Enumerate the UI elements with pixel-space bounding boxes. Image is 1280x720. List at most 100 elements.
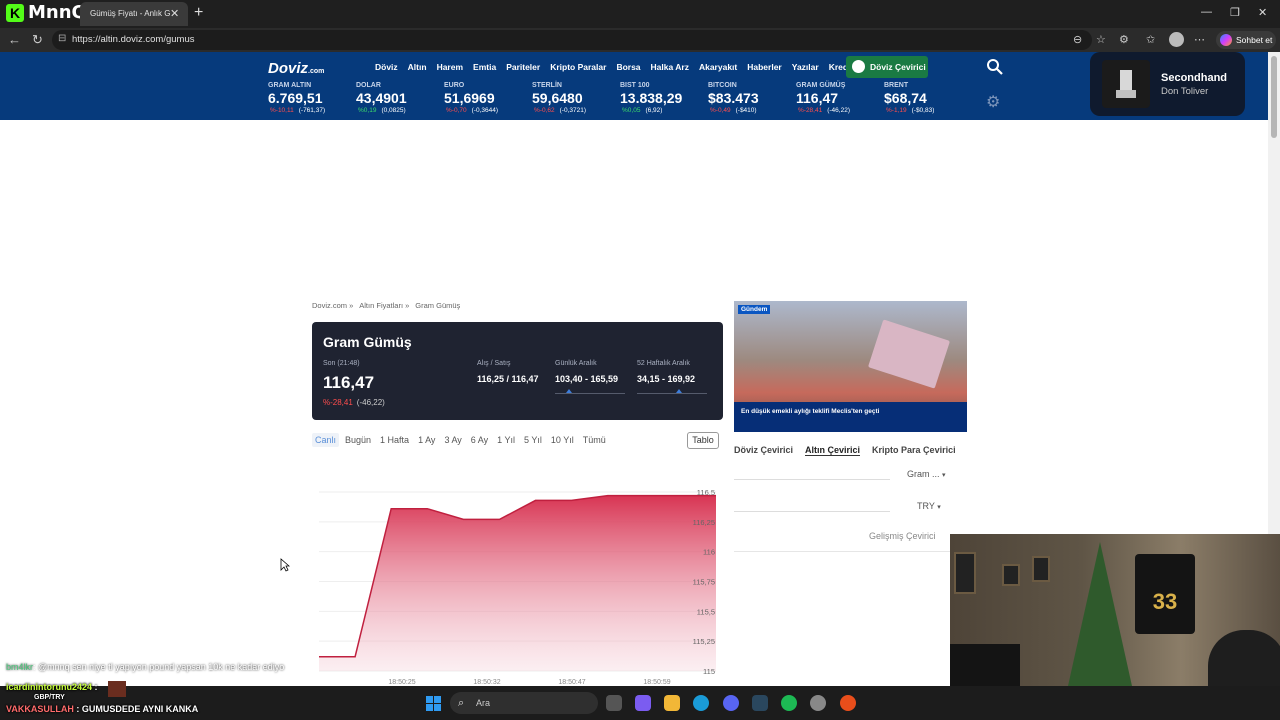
edge-browser-icon[interactable] bbox=[693, 695, 709, 711]
chevron-down-icon: ▾ bbox=[942, 472, 946, 479]
scroll-thumb[interactable] bbox=[1271, 56, 1277, 138]
result-input[interactable] bbox=[734, 511, 890, 512]
period-1-yil[interactable]: 1 Yıl bbox=[494, 433, 518, 447]
amount-input[interactable] bbox=[734, 479, 890, 480]
nav-item-borsa[interactable]: Borsa bbox=[616, 62, 640, 72]
breadcrumb-home[interactable]: Doviz.com » bbox=[312, 301, 353, 310]
period-6-ay[interactable]: 6 Ay bbox=[468, 433, 491, 447]
nav-item-pariteler[interactable]: Pariteler bbox=[506, 62, 540, 72]
tab-close-icon[interactable]: ✕ bbox=[170, 7, 179, 20]
nav-item-emtia[interactable]: Emtia bbox=[473, 62, 496, 72]
copilot-chat-button[interactable]: Sohbet et bbox=[1216, 31, 1276, 49]
period-bugun[interactable]: Bugün bbox=[342, 433, 374, 447]
copilot-app-icon[interactable] bbox=[635, 695, 651, 711]
ticker-bitcoin[interactable]: BITCOIN $83.473 %-0,49 (-$410) bbox=[708, 82, 759, 114]
track-artist: Don Toliver bbox=[1161, 86, 1209, 97]
ticker-gram-altin[interactable]: GRAM ALTIN 6.769,51 %-10,11 (-761,37) bbox=[268, 82, 325, 114]
reader-icon[interactable]: ⊖ bbox=[1073, 33, 1082, 46]
ticker-abs: (0,0825) bbox=[381, 107, 406, 114]
wall-frame bbox=[1032, 556, 1050, 582]
close-window-icon[interactable]: ✕ bbox=[1258, 6, 1267, 19]
last-value: 116,47 bbox=[323, 373, 375, 392]
period-1-hafta[interactable]: 1 Hafta bbox=[377, 433, 412, 447]
chevron-down-icon: ▾ bbox=[937, 504, 941, 511]
y-tick-label: 116 bbox=[703, 548, 715, 557]
ticker-label: GRAM GÜMÜŞ bbox=[796, 82, 846, 89]
ticker-brent[interactable]: BRENT $68,74 %-1,19 (-$0,83) bbox=[884, 82, 934, 114]
period-10-yil[interactable]: 10 Yıl bbox=[548, 433, 577, 447]
nav-item-kripto[interactable]: Kripto Paralar bbox=[550, 62, 606, 72]
nav-item-altin[interactable]: Altın bbox=[408, 62, 427, 72]
reload-icon[interactable]: ↻ bbox=[32, 32, 43, 48]
profile-avatar[interactable] bbox=[1169, 32, 1184, 47]
maximize-icon[interactable]: ❐ bbox=[1230, 6, 1240, 19]
from-unit-value: Gram ... bbox=[907, 469, 940, 479]
minimize-icon[interactable]: — bbox=[1201, 6, 1212, 18]
period-5-yil[interactable]: 5 Yıl bbox=[521, 433, 545, 447]
news-card[interactable]: Gündem En düşük emekli aylığı teklifi Me… bbox=[734, 301, 967, 432]
news-caption: En düşük emekli aylığı teklifi Meclis'te… bbox=[734, 402, 967, 432]
to-unit-select[interactable]: TRY ▾ bbox=[917, 501, 941, 511]
chat-emote bbox=[108, 681, 126, 697]
search-icon[interactable] bbox=[986, 58, 1004, 76]
url-field[interactable]: ⊟ https://altin.doviz.com/gumus bbox=[52, 30, 1092, 50]
ticker-bist100[interactable]: BIST 100 13.838,29 %0,05 (6,92) bbox=[620, 82, 682, 114]
taskbar-search[interactable]: ⌕ Ara bbox=[450, 692, 598, 714]
breadcrumb-altin[interactable]: Altın Fiyatları » bbox=[359, 301, 409, 310]
price-chart[interactable]: 116,5 116,25 116 115,75 115,5 115,25 115 18:50… bbox=[312, 460, 730, 686]
ticker-label: STERLİN bbox=[532, 82, 562, 89]
ticker-gram-gumus[interactable]: GRAM GÜMÜŞ 116,47 %-28,41 (-46,22) bbox=[796, 82, 850, 114]
table-view-button[interactable]: Tablo bbox=[687, 432, 719, 449]
ticker-euro[interactable]: EURO 51,6969 %-0,70 (-0,3644) bbox=[444, 82, 498, 114]
copilot-chat-label: Sohbet et bbox=[1236, 35, 1273, 45]
daily-range-label: Günlük Aralık bbox=[555, 360, 597, 367]
chat-message: icardinintorunu2424 : bbox=[6, 682, 98, 692]
back-icon[interactable]: ← bbox=[8, 32, 21, 47]
tab-doviz-cevirici[interactable]: Döviz Çevirici bbox=[734, 445, 793, 456]
address-bar-row: ← ↻ ⊟ https://altin.doviz.com/gumus ⊖ ☆ … bbox=[0, 28, 1280, 52]
extensions-icon[interactable]: ⚙ bbox=[1119, 33, 1129, 46]
streamer-logo: MnnQ bbox=[28, 2, 87, 23]
y-tick-label: 115,75 bbox=[693, 578, 715, 587]
tab-kripto-cevirici[interactable]: Kripto Para Çevirici bbox=[872, 445, 956, 456]
nav-item-halka-arz[interactable]: Halka Arz bbox=[651, 62, 689, 72]
file-explorer-icon[interactable] bbox=[664, 695, 680, 711]
obs-icon[interactable] bbox=[810, 695, 826, 711]
site-info-icon[interactable]: ⊟ bbox=[58, 33, 66, 44]
nav-item-akaryakit[interactable]: Akaryakıt bbox=[699, 62, 737, 72]
spotify-icon[interactable] bbox=[781, 695, 797, 711]
steam-icon[interactable] bbox=[752, 695, 768, 711]
nav-item-yazilar[interactable]: Yazılar bbox=[792, 62, 819, 72]
x-tick-label: 18:50:47 bbox=[558, 679, 585, 686]
from-unit-select[interactable]: Gram ... ▾ bbox=[907, 469, 946, 479]
browser-tab-bar: K MnnQ Gümüş Fiyatı - Anlık G ✕ + — ❐ ✕ bbox=[0, 0, 1280, 28]
more-menu-icon[interactable]: ⋯ bbox=[1194, 33, 1205, 46]
site-logo[interactable]: Doviz.com bbox=[268, 60, 324, 77]
favorite-icon[interactable]: ☆ bbox=[1096, 33, 1106, 46]
ticker-label: EURO bbox=[444, 82, 465, 89]
period-canli[interactable]: Canlı bbox=[312, 433, 340, 447]
taskbar-search-placeholder: Ara bbox=[476, 698, 491, 708]
new-tab-icon[interactable]: + bbox=[194, 4, 203, 22]
discord-icon[interactable] bbox=[723, 695, 739, 711]
period-tumu[interactable]: Tümü bbox=[580, 433, 609, 447]
nav-item-harem[interactable]: Harem bbox=[437, 62, 463, 72]
period-1-ay[interactable]: 1 Ay bbox=[415, 433, 438, 447]
tab-altin-cevirici[interactable]: Altın Çevirici bbox=[805, 445, 861, 456]
nav-item-doviz[interactable]: Döviz bbox=[375, 62, 398, 72]
origin-icon[interactable] bbox=[840, 695, 856, 711]
ticker-dolar[interactable]: DOLAR 43,4901 %0,19 (0,0825) bbox=[356, 82, 407, 114]
converter-button[interactable]: Döviz Çevirici bbox=[846, 56, 928, 78]
collections-icon[interactable]: ✩ bbox=[1146, 33, 1155, 46]
windows-start-icon[interactable] bbox=[426, 696, 441, 711]
advanced-converter-link[interactable]: Gelişmiş Çevirici bbox=[869, 531, 936, 541]
nav-item-haberler[interactable]: Haberler bbox=[747, 62, 782, 72]
period-3-ay[interactable]: 3 Ay bbox=[441, 433, 464, 447]
settings-gear-icon[interactable]: ⚙ bbox=[986, 92, 1000, 112]
last-label: Son (21:48) bbox=[323, 360, 360, 367]
ticker-abs: (-0,3644) bbox=[471, 107, 498, 114]
ticker-sterlin[interactable]: STERLİN 59,6480 %-0,62 (-0,3721) bbox=[532, 82, 586, 114]
chat-username: bm4lkr bbox=[6, 662, 34, 672]
task-view-icon[interactable] bbox=[606, 695, 622, 711]
daily-range-value: 103,40 - 165,59 bbox=[555, 374, 619, 384]
